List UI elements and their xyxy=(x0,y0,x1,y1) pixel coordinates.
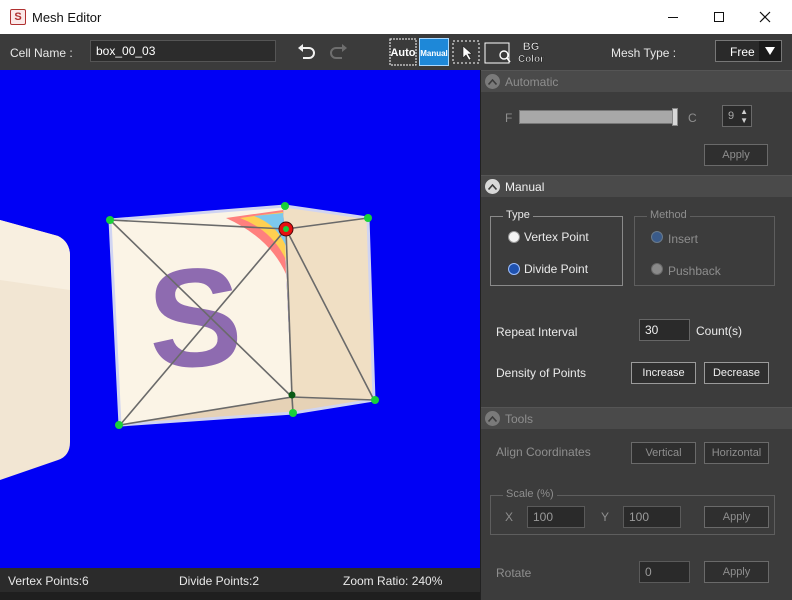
app-icon: S xyxy=(10,9,26,25)
manual-mode-icon: Manual xyxy=(420,49,448,58)
collapse-icon xyxy=(485,411,500,426)
cursor-select-icon xyxy=(452,40,480,64)
vertex-point[interactable] xyxy=(364,214,372,222)
cell-name-label: Cell Name : xyxy=(10,46,73,60)
title-bar: S Mesh Editor xyxy=(0,0,792,34)
type-group: Type Vertex Point Divide Point xyxy=(490,209,623,286)
method-group: Method Insert Pushback xyxy=(634,209,775,286)
minimize-icon xyxy=(668,16,678,18)
manual-mode-text: Manual xyxy=(420,49,448,58)
toolbar: Cell Name : box_00_03 Auto Manual BG Col… xyxy=(0,34,792,70)
bg-color-text-2: Color xyxy=(518,54,544,65)
zoom-ratio-status: Zoom Ratio: 240% xyxy=(343,574,443,588)
cube-side-face xyxy=(283,206,374,400)
scale-y-label: Y xyxy=(601,510,610,524)
manual-section-header[interactable]: Manual xyxy=(481,175,792,197)
collapse-icon xyxy=(485,74,500,89)
minimize-button[interactable] xyxy=(650,0,696,34)
scale-group: Scale (%) X 100 Y 100 Apply xyxy=(490,488,775,535)
rotate-apply-button[interactable]: Apply xyxy=(704,561,769,583)
vertex-point[interactable] xyxy=(106,216,114,224)
window-title: Mesh Editor xyxy=(32,10,102,25)
auto-mode-text: Auto xyxy=(390,47,415,59)
scale-x-input[interactable]: 100 xyxy=(527,506,585,528)
automatic-spin-input[interactable]: 9 ▲ ▼ xyxy=(722,105,752,127)
collapse-icon xyxy=(485,179,500,194)
divide-point[interactable] xyxy=(288,391,296,399)
close-button[interactable] xyxy=(742,0,788,34)
vertex-point[interactable] xyxy=(115,421,123,429)
pushback-label: Pushback xyxy=(668,264,721,278)
vertex-point[interactable] xyxy=(281,202,289,210)
insert-radio[interactable] xyxy=(651,231,663,243)
automatic-section-header[interactable]: Automatic xyxy=(481,70,792,92)
vertex-point-radio[interactable] xyxy=(508,231,520,243)
status-strip xyxy=(0,592,480,600)
cube-glyph: S xyxy=(144,237,245,399)
spin-arrows-icon[interactable]: ▲ ▼ xyxy=(740,107,748,125)
vertex-point[interactable] xyxy=(371,396,379,404)
bg-color-text-1: BG xyxy=(523,41,540,53)
vertex-point-label: Vertex Point xyxy=(524,230,589,244)
status-bar: Vertex Points:6 Divide Points:2 Zoom Rat… xyxy=(0,568,480,600)
automatic-slider-track[interactable] xyxy=(519,110,677,124)
mesh-type-value: Free xyxy=(730,45,755,59)
pushback-radio[interactable] xyxy=(651,263,663,275)
density-label: Density of Points xyxy=(496,366,587,380)
divide-points-status: Divide Points:2 xyxy=(179,574,260,588)
chevron-down-icon xyxy=(759,41,781,61)
maximize-icon xyxy=(714,12,724,22)
repeat-interval-label: Repeat Interval xyxy=(496,325,578,339)
type-group-title: Type xyxy=(503,209,533,221)
automatic-apply-button[interactable]: Apply xyxy=(704,144,768,166)
redo-icon[interactable] xyxy=(327,40,351,64)
maximize-button[interactable] xyxy=(696,0,742,34)
count-unit-label: Count(s) xyxy=(696,324,743,338)
decrease-button[interactable]: Decrease xyxy=(704,362,769,384)
scale-y-input[interactable]: 100 xyxy=(623,506,681,528)
bg-color-button[interactable]: BG Color xyxy=(516,38,546,66)
select-tool-button[interactable] xyxy=(452,38,480,66)
cell-name-input[interactable]: box_00_03 xyxy=(90,40,276,62)
scale-x-label: X xyxy=(505,510,514,524)
tools-section-title: Tools xyxy=(505,412,534,426)
zoom-rect-icon xyxy=(484,42,511,64)
align-horizontal-button[interactable]: Horizontal xyxy=(704,442,769,464)
increase-button[interactable]: Increase xyxy=(631,362,696,384)
automatic-spin-value: 9 xyxy=(728,110,735,122)
automatic-section-title: Automatic xyxy=(505,75,559,89)
auto-mode-button[interactable]: Auto xyxy=(389,38,417,66)
align-coordinates-label: Align Coordinates xyxy=(496,445,591,459)
vertex-point[interactable] xyxy=(289,409,297,417)
rotate-input[interactable]: 0 xyxy=(639,561,690,583)
mesh-type-select[interactable]: Free xyxy=(715,40,782,62)
divide-point-label: Divide Point xyxy=(524,262,589,276)
scale-apply-button[interactable]: Apply xyxy=(704,506,769,528)
vertex-points-status: Vertex Points:6 xyxy=(8,574,89,588)
divide-point-radio[interactable] xyxy=(508,263,520,275)
mesh-type-label: Mesh Type : xyxy=(611,46,677,60)
scale-group-title: Scale (%) xyxy=(503,488,557,500)
slider-c-label: C xyxy=(688,111,697,125)
bg-color-icon: BG Color xyxy=(518,41,545,66)
rotate-label: Rotate xyxy=(496,566,532,580)
properties-panel: Automatic F C 9 ▲ ▼ Apply Manual Type Ver… xyxy=(480,70,792,600)
manual-mode-button[interactable]: Manual xyxy=(419,38,449,66)
insert-label: Insert xyxy=(668,232,699,246)
manual-section-title: Manual xyxy=(505,180,545,194)
close-icon xyxy=(759,11,771,23)
align-vertical-button[interactable]: Vertical xyxy=(631,442,696,464)
zoom-tool-button[interactable] xyxy=(484,38,512,66)
tools-section-header[interactable]: Tools xyxy=(481,407,792,429)
mesh-preview[interactable]: S xyxy=(0,70,480,568)
undo-icon[interactable] xyxy=(294,40,318,64)
automatic-slider-thumb[interactable] xyxy=(672,108,678,126)
method-group-title: Method xyxy=(647,209,690,221)
slider-f-label: F xyxy=(505,111,513,125)
auto-mode-icon: Auto xyxy=(389,38,417,66)
repeat-interval-input[interactable]: 30 xyxy=(639,319,690,341)
mesh-canvas[interactable]: S xyxy=(0,70,480,568)
